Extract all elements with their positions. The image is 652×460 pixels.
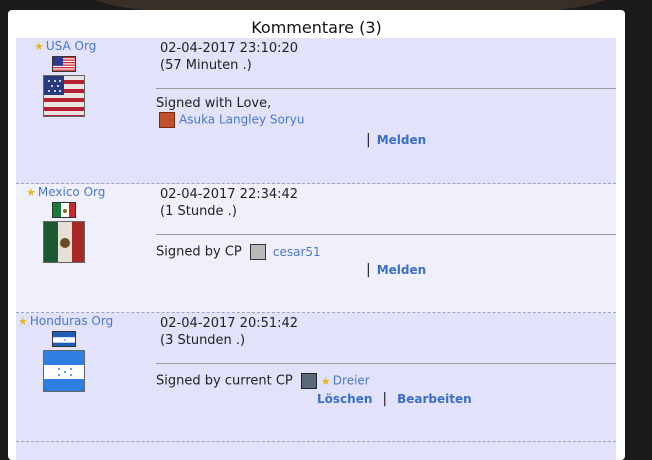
- comment-item: ★ Honduras Org 02-04-2017 20:51:42 (3 St…: [16, 313, 616, 442]
- avatar-icon[interactable]: [249, 244, 266, 260]
- action-separator: |: [366, 132, 371, 148]
- star-icon: ★: [26, 186, 36, 199]
- delete-button[interactable]: Löschen: [317, 392, 372, 406]
- report-button[interactable]: Melden: [377, 263, 426, 277]
- user-link[interactable]: Dreier: [333, 374, 370, 388]
- comment-datetime: 02-04-2017 22:34:42: [160, 187, 299, 202]
- comment-actions: Löschen | Bearbeiten: [317, 391, 472, 407]
- star-icon: ★: [320, 374, 331, 388]
- signature-row: Signed by current CP ★ Dreier: [156, 373, 370, 389]
- comment-datetime: 02-04-2017 20:51:42: [160, 316, 299, 331]
- star-icon: ★: [34, 40, 44, 53]
- signature-text: Signed by CP: [156, 244, 242, 260]
- report-button[interactable]: Melden: [377, 133, 426, 147]
- divider: [156, 88, 616, 89]
- usa-flag-avatar[interactable]: [43, 75, 85, 117]
- user-link[interactable]: cesar51: [273, 245, 321, 259]
- star-icon: ★: [18, 315, 28, 328]
- comment-datetime: 02-04-2017 23:10:20: [160, 41, 299, 56]
- org-name: Mexico Org: [37, 185, 106, 199]
- org-name: USA Org: [45, 39, 97, 53]
- comment-item-partial: [16, 442, 616, 460]
- mexico-flag-icon: [52, 202, 76, 218]
- panel-title: Kommentare (3): [251, 18, 382, 37]
- org-name: Honduras Org: [29, 314, 114, 328]
- signature-row: Signed by CP cesar51: [156, 244, 321, 260]
- divider: [156, 363, 616, 364]
- comment-item: ★ Mexico Org 02-04-2017 22:34:42 (1 Stun…: [16, 184, 616, 313]
- comment-age: (1 Stunde .): [160, 204, 237, 219]
- signature-user: Asuka Langley Soryu: [159, 112, 304, 128]
- edit-button[interactable]: Bearbeiten: [397, 392, 472, 406]
- comment-actions: | Melden: [360, 262, 426, 278]
- org-link[interactable]: ★ Honduras Org: [18, 314, 113, 328]
- honduras-flag-avatar[interactable]: [43, 350, 85, 392]
- action-separator: |: [366, 262, 371, 278]
- avatar-icon[interactable]: [159, 112, 175, 128]
- org-link[interactable]: ★ Mexico Org: [26, 185, 105, 199]
- comments-panel: Kommentare (3) ★ USA Org 02-04-2017 23:1…: [8, 10, 625, 460]
- comment-actions: | Melden: [360, 132, 426, 148]
- comment-age: (3 Stunden .): [160, 333, 246, 348]
- comment-body: 02-04-2017 22:34:42 (1 Stunde .) Signed …: [156, 184, 616, 312]
- comment-age: (57 Minuten .): [160, 58, 252, 73]
- usa-flag-icon: [52, 56, 76, 72]
- signature-text: Signed by current CP: [156, 373, 293, 389]
- comment-body: 02-04-2017 20:51:42 (3 Stunden .) Signed…: [156, 313, 616, 441]
- divider: [156, 234, 616, 235]
- comment-body: 02-04-2017 23:10:20 (57 Minuten .) Signe…: [156, 38, 616, 183]
- signature-text: Signed with Love,: [156, 96, 272, 111]
- avatar-icon[interactable]: [300, 373, 317, 389]
- honduras-flag-icon: [52, 331, 76, 347]
- comment-item: ★ USA Org 02-04-2017 23:10:20 (57 Minute…: [16, 38, 616, 184]
- org-link[interactable]: ★ USA Org: [34, 39, 96, 53]
- action-separator: |: [382, 391, 388, 407]
- mexico-flag-avatar[interactable]: [43, 221, 85, 263]
- user-link[interactable]: Asuka Langley Soryu: [179, 113, 304, 127]
